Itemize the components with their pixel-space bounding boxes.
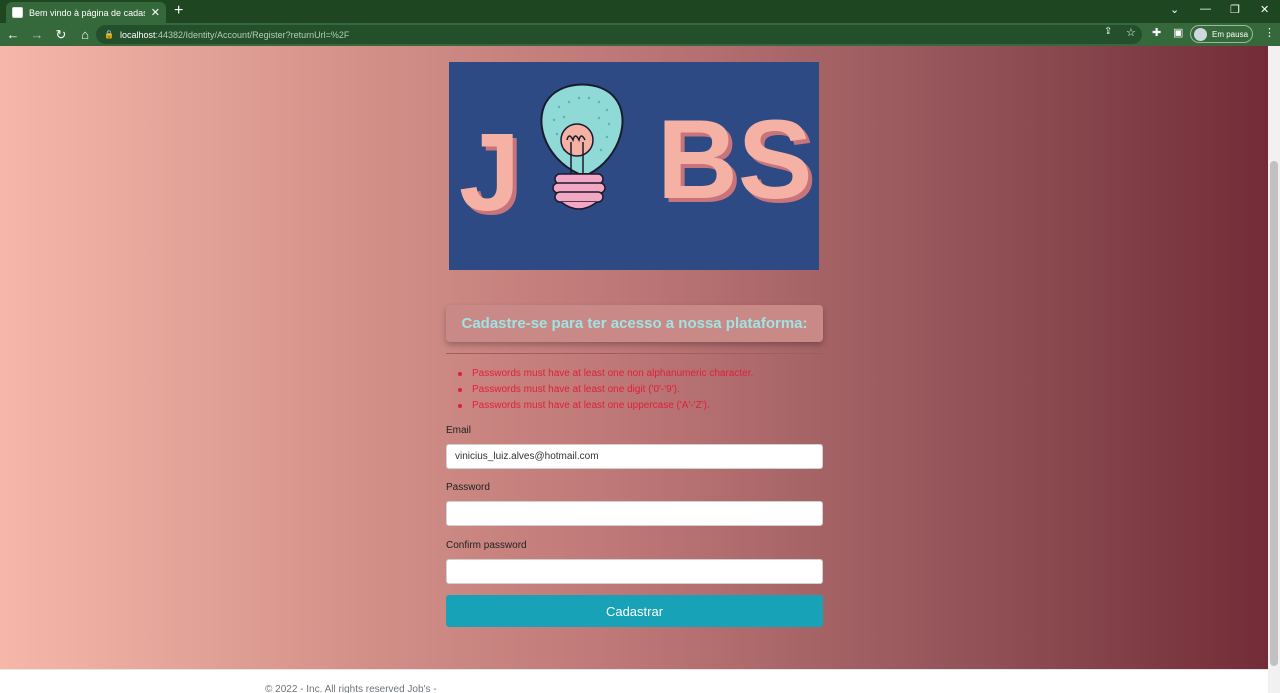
- browser-tab[interactable]: Bem vindo à página de cadastro! ✕: [6, 2, 166, 23]
- scrollbar-thumb[interactable]: [1270, 161, 1278, 666]
- bullet-icon: [458, 404, 462, 408]
- bookmark-star-icon[interactable]: ☆: [1126, 26, 1136, 39]
- close-window-icon[interactable]: ✕: [1260, 3, 1269, 16]
- avatar: [1194, 27, 1207, 41]
- register-button[interactable]: Cadastrar: [446, 595, 823, 627]
- lightbulb-icon: [540, 83, 624, 210]
- url-path: :44382/Identity/Account/Register?returnU…: [155, 29, 350, 40]
- bullet-icon: [458, 372, 462, 376]
- profile-button[interactable]: Em pausa: [1190, 25, 1253, 43]
- register-heading: Cadastre-se para ter acesso a nossa plat…: [446, 305, 823, 342]
- password-field[interactable]: [446, 501, 823, 526]
- divider: [446, 353, 823, 354]
- jobs-logo: J J BS BS: [449, 62, 819, 270]
- menu-icon[interactable]: ⋮: [1264, 26, 1275, 39]
- bullet-icon: [458, 388, 462, 392]
- restore-icon[interactable]: ❐: [1230, 3, 1240, 16]
- side-panel-icon[interactable]: ▣: [1173, 26, 1183, 39]
- validation-summary: Passwords must have at least one non alp…: [458, 366, 753, 414]
- footer-text: © 2022 - Inc. All rights reserved Job's …: [265, 684, 437, 693]
- tab-title: Bem vindo à página de cadastro!: [29, 7, 145, 18]
- close-tab-icon[interactable]: ✕: [151, 6, 160, 19]
- url-field[interactable]: 🔒 localhost:44382/Identity/Account/Regis…: [96, 25, 1142, 44]
- confirm-password-label: Confirm password: [446, 540, 527, 551]
- forward-icon[interactable]: →: [26, 27, 48, 42]
- confirm-password-field[interactable]: [446, 559, 823, 584]
- scrollbar[interactable]: [1268, 46, 1280, 693]
- footer: © 2022 - Inc. All rights reserved Job's …: [0, 669, 1268, 693]
- validation-error-text: Passwords must have at least one non alp…: [472, 368, 754, 379]
- new-tab-button[interactable]: +: [174, 3, 183, 19]
- minimize-icon[interactable]: —: [1200, 3, 1211, 15]
- validation-error: Passwords must have at least one digit (…: [458, 382, 753, 398]
- address-bar: ← → ↻ ⌂ 🔒 localhost:44382/Identity/Accou…: [0, 23, 1280, 46]
- profile-label: Em pausa: [1212, 29, 1249, 39]
- browser-tab-bar: Bem vindo à página de cadastro! ✕ + ⌄ — …: [0, 0, 1280, 23]
- home-icon[interactable]: ⌂: [74, 27, 96, 42]
- share-icon[interactable]: ⇪: [1104, 26, 1112, 37]
- tab-search-icon[interactable]: ⌄: [1170, 3, 1179, 16]
- validation-error-text: Passwords must have at least one digit (…: [472, 384, 680, 395]
- email-field[interactable]: [446, 444, 823, 469]
- validation-error: Passwords must have at least one upperca…: [458, 398, 753, 414]
- extensions-icon[interactable]: ✚: [1152, 26, 1161, 39]
- back-icon[interactable]: ←: [2, 27, 24, 42]
- password-label: Password: [446, 482, 490, 493]
- email-label: Email: [446, 425, 472, 436]
- reload-icon[interactable]: ↻: [50, 27, 72, 43]
- lock-icon[interactable]: 🔒: [104, 30, 114, 39]
- validation-error-text: Passwords must have at least one upperca…: [472, 400, 710, 411]
- logo-letter-j: J: [459, 111, 520, 234]
- logo-letters-bs: BS: [657, 97, 813, 222]
- page-icon: [12, 7, 23, 18]
- validation-error: Passwords must have at least one non alp…: [458, 366, 753, 382]
- url-host: localhost: [119, 29, 156, 40]
